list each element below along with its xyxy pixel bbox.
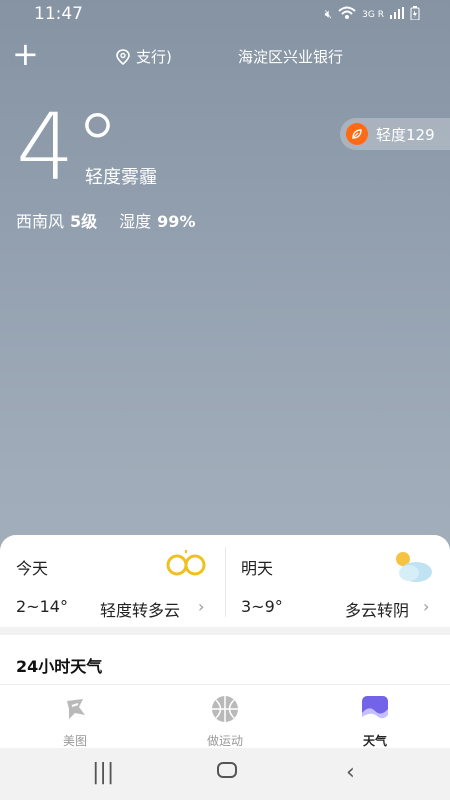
basketball-icon — [212, 696, 238, 722]
forecast-day-label: 明天 — [241, 559, 274, 578]
home-icon[interactable] — [216, 760, 238, 785]
location-2[interactable]: 海淀区兴业银行 — [238, 46, 344, 67]
tab-label: 做运动 — [206, 734, 243, 748]
status-bar: 11:47 🔇︎ 3G R — [0, 0, 450, 28]
battery-icon — [410, 6, 420, 23]
humidity-value: 99% — [157, 212, 196, 231]
forecast-desc: 多云转阴 — [345, 601, 410, 620]
back-icon[interactable]: ‹ — [346, 760, 355, 785]
recent-apps-icon[interactable]: ||| — [92, 760, 114, 785]
system-nav-bar: ||| ‹ — [0, 748, 450, 800]
forecast-today[interactable]: 今天 2~14° 轻度转多云 › — [0, 535, 225, 627]
tab-label: 天气 — [362, 734, 387, 748]
status-time: 11:47 — [34, 4, 83, 24]
tab-label: 美图 — [62, 734, 87, 748]
tab-weather[interactable]: 天气 — [320, 695, 430, 749]
aqi-label: 轻度129 — [376, 125, 435, 144]
weather-detail: 西南风 5级 湿度 99% — [16, 208, 195, 232]
bottom-nav: 美图 做运动 天气 — [0, 684, 450, 749]
status-icons: 🔇︎ 3G R — [325, 6, 420, 23]
top-bar: + 支行) 海淀区兴业银行 — [0, 38, 450, 72]
aqi-badge[interactable]: 轻度129 — [340, 118, 450, 150]
section-gap — [0, 627, 450, 635]
location-1[interactable]: 支行) — [116, 46, 172, 67]
chevron-right-icon: › — [198, 597, 205, 616]
location-1-label: 支行) — [136, 48, 172, 66]
wind-label: 西南风 — [16, 212, 65, 231]
network-label: 3G R — [362, 9, 384, 20]
chevron-right-icon: › — [423, 597, 430, 616]
humidity-label: 湿度 — [119, 212, 152, 231]
haze-weather-icon — [166, 550, 206, 576]
partly-cloudy-icon — [396, 552, 432, 582]
forecast-day-label: 今天 — [16, 559, 49, 578]
wind: 西南风 5级 — [16, 208, 97, 232]
weather-screen: 11:47 🔇︎ 3G R + 支行) 海淀区兴业银行 4° 轻度雾霾 轻度12… — [0, 0, 450, 800]
tab-meitu[interactable]: 美图 — [20, 695, 130, 749]
current-condition: 轻度雾霾 — [85, 167, 157, 188]
tab-exercise[interactable]: 做运动 — [170, 695, 280, 749]
forecast-range: 3~9° — [241, 597, 283, 616]
location-pin-icon — [116, 48, 130, 65]
signal-icon — [390, 7, 404, 22]
star-photo-icon — [67, 699, 85, 719]
humidity: 湿度 99% — [119, 208, 195, 232]
forecast-tomorrow[interactable]: 明天 3~9° 多云转阴 › — [225, 535, 450, 627]
leaf-icon — [346, 123, 368, 145]
forecast-range: 2~14° — [16, 597, 68, 616]
forecast-desc: 轻度转多云 — [100, 601, 181, 620]
wifi-icon — [338, 6, 356, 23]
add-city-icon[interactable]: + — [12, 38, 39, 70]
section-24h-title: 24小时天气 — [16, 657, 103, 676]
wind-value: 5级 — [70, 212, 98, 231]
weather-tab-icon — [362, 696, 388, 722]
mute-icon: 🔇︎ — [324, 7, 333, 21]
